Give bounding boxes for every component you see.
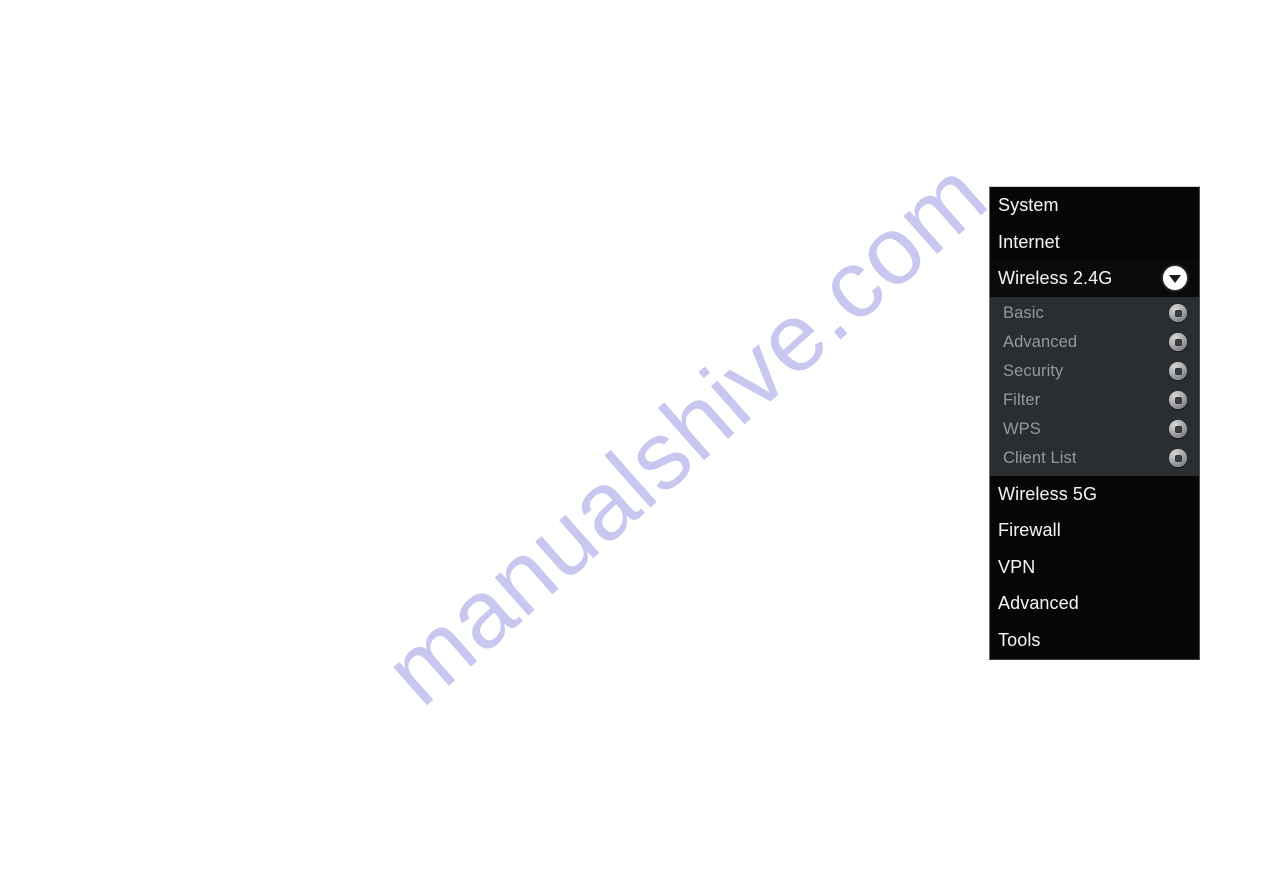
- navigation-panel: System Internet Wireless 2.4G Basic Adva…: [989, 186, 1200, 660]
- nav-top-section: System Internet Wireless 2.4G: [990, 187, 1199, 297]
- submenu-item-label: Advanced: [1003, 332, 1078, 351]
- nav-item-label: Wireless 2.4G: [998, 268, 1113, 289]
- submenu-item-label: WPS: [1003, 419, 1041, 438]
- nav-item-wireless-5g[interactable]: Wireless 5G: [990, 475, 1199, 512]
- submenu-wireless-2-4g: Basic Advanced Security Filter WPS Clien…: [990, 296, 1199, 476]
- nav-item-label: Internet: [998, 231, 1060, 252]
- circle-button-inner: [1174, 367, 1182, 375]
- nav-item-label: Firewall: [998, 520, 1061, 541]
- nav-item-wireless-2-4g[interactable]: Wireless 2.4G: [990, 260, 1199, 297]
- nav-item-internet[interactable]: Internet: [990, 223, 1199, 260]
- watermark-text: manualshive.com: [365, 140, 1007, 726]
- submenu-item-security[interactable]: Security: [990, 357, 1199, 386]
- nav-item-tools[interactable]: Tools: [990, 621, 1199, 658]
- submenu-item-advanced[interactable]: Advanced: [990, 328, 1199, 357]
- circle-button-inner: [1174, 425, 1182, 433]
- submenu-item-label: Client List: [1003, 448, 1077, 467]
- nav-item-label: System: [998, 195, 1059, 216]
- submenu-item-label: Security: [1003, 361, 1064, 380]
- circle-button-inner: [1174, 338, 1182, 346]
- chevron-triangle: [1169, 274, 1181, 283]
- submenu-item-label: Filter: [1003, 390, 1041, 409]
- nav-item-firewall[interactable]: Firewall: [990, 512, 1199, 549]
- circle-button-icon[interactable]: [1169, 333, 1187, 351]
- nav-item-label: Wireless 5G: [998, 483, 1098, 504]
- circle-button-inner: [1174, 454, 1182, 462]
- circle-button-icon[interactable]: [1169, 362, 1187, 380]
- submenu-item-filter[interactable]: Filter: [990, 386, 1199, 415]
- nav-item-label: Tools: [998, 629, 1041, 650]
- circle-button-icon[interactable]: [1169, 420, 1187, 438]
- nav-item-advanced[interactable]: Advanced: [990, 585, 1199, 622]
- nav-item-label: Advanced: [998, 593, 1079, 614]
- nav-bottom-section: Wireless 5G Firewall VPN Advanced Tools: [990, 475, 1199, 658]
- circle-button-inner: [1174, 309, 1182, 317]
- submenu-item-basic[interactable]: Basic: [990, 299, 1199, 328]
- submenu-item-wps[interactable]: WPS: [990, 415, 1199, 444]
- chevron-down-icon[interactable]: [1163, 266, 1187, 291]
- circle-button-icon[interactable]: [1169, 391, 1187, 409]
- circle-button-icon[interactable]: [1169, 449, 1187, 467]
- nav-item-vpn[interactable]: VPN: [990, 548, 1199, 585]
- nav-item-label: VPN: [998, 556, 1036, 577]
- submenu-item-client-list[interactable]: Client List: [990, 444, 1199, 473]
- circle-button-inner: [1174, 396, 1182, 404]
- nav-item-system[interactable]: System: [990, 187, 1199, 224]
- circle-button-icon[interactable]: [1169, 304, 1187, 322]
- submenu-item-label: Basic: [1003, 303, 1044, 322]
